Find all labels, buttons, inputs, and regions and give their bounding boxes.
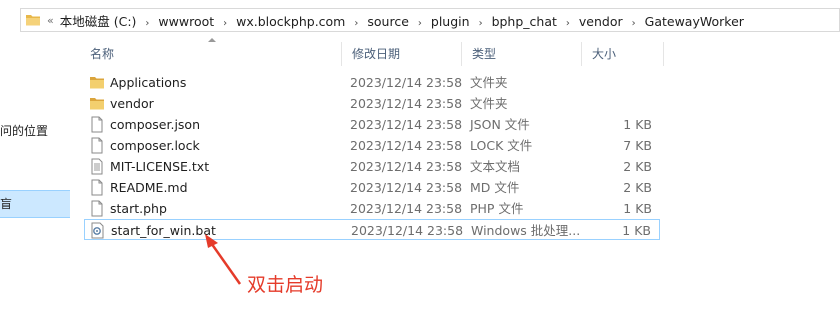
file-date: 2023/12/14 23:58 bbox=[350, 159, 463, 174]
file-type: Windows 批处理... bbox=[471, 223, 581, 238]
batch-file-icon bbox=[90, 222, 106, 239]
file-size: 1 KB bbox=[623, 117, 652, 132]
breadcrumb-item[interactable]: plugin bbox=[431, 14, 470, 29]
overflow-chevron[interactable]: « bbox=[47, 14, 54, 27]
file-list: Applications 2023/12/14 23:58 文件夹 vendor 202… bbox=[84, 72, 664, 240]
breadcrumb-separator-icon[interactable]: › bbox=[566, 18, 570, 29]
folder-icon bbox=[89, 74, 105, 91]
file-type: PHP 文件 bbox=[470, 201, 524, 216]
file-name: start.php bbox=[110, 201, 167, 216]
file-date: 2023/12/14 23:58 bbox=[350, 201, 463, 216]
file-date: 2023/12/14 23:58 bbox=[350, 117, 463, 132]
file-type: MD 文件 bbox=[470, 180, 520, 195]
document-icon bbox=[89, 137, 105, 154]
folder-icon bbox=[26, 15, 40, 26]
navigation-pane: 问的位置 盲 bbox=[0, 33, 72, 320]
column-header-date[interactable]: 修改日期 bbox=[342, 42, 462, 66]
column-header-type[interactable]: 类型 bbox=[462, 42, 582, 66]
nav-item-selected[interactable]: 盲 bbox=[0, 190, 70, 218]
breadcrumb-item[interactable]: GatewayWorker bbox=[645, 14, 744, 29]
file-size: 7 KB bbox=[623, 138, 652, 153]
breadcrumb-item[interactable]: 本地磁盘 (C:) bbox=[60, 14, 137, 29]
text-document-icon bbox=[89, 158, 105, 175]
file-date: 2023/12/14 23:58 bbox=[350, 75, 463, 90]
file-row[interactable]: README.md 2023/12/14 23:58 MD 文件 2 KB bbox=[84, 177, 660, 198]
file-row[interactable]: MIT-LICENSE.txt 2023/12/14 23:58 文本文档 2 KB bbox=[84, 156, 660, 177]
file-size: 2 KB bbox=[623, 180, 652, 195]
breadcrumb-item[interactable]: vendor bbox=[579, 14, 623, 29]
file-date: 2023/12/14 23:58 bbox=[350, 180, 463, 195]
breadcrumb-item[interactable]: wx.blockphp.com bbox=[236, 14, 345, 29]
breadcrumb: 本地磁盘 (C:) › wwwroot › wx.blockphp.com › source… bbox=[60, 11, 744, 30]
file-row[interactable]: vendor 2023/12/14 23:58 文件夹 bbox=[84, 93, 660, 114]
file-row[interactable]: composer.json 2023/12/14 23:58 JSON 文件 1 KB bbox=[84, 114, 660, 135]
breadcrumb-separator-icon[interactable]: › bbox=[223, 18, 227, 29]
annotation-arrow bbox=[207, 239, 242, 285]
breadcrumb-item[interactable]: bphp_chat bbox=[492, 14, 557, 29]
file-name: composer.lock bbox=[110, 138, 200, 153]
breadcrumb-separator-icon[interactable]: › bbox=[632, 18, 636, 29]
file-type: LOCK 文件 bbox=[470, 138, 533, 153]
breadcrumb-separator-icon[interactable]: › bbox=[354, 18, 358, 29]
file-row[interactable]: start.php 2023/12/14 23:58 PHP 文件 1 KB bbox=[84, 198, 660, 219]
file-size: 1 KB bbox=[623, 201, 652, 216]
column-header-size[interactable]: 大小 bbox=[582, 42, 664, 66]
file-size: 1 KB bbox=[622, 223, 651, 238]
file-type: 文本文档 bbox=[470, 159, 521, 174]
breadcrumb-separator-icon[interactable]: › bbox=[479, 18, 483, 29]
file-name: MIT-LICENSE.txt bbox=[110, 159, 210, 174]
file-name: Applications bbox=[110, 75, 187, 90]
file-type: 文件夹 bbox=[470, 75, 508, 90]
file-name: README.md bbox=[110, 180, 188, 195]
nav-item-recent-locations[interactable]: 问的位置 bbox=[0, 122, 48, 139]
file-type: 文件夹 bbox=[470, 96, 508, 111]
breadcrumb-item[interactable]: source bbox=[367, 14, 409, 29]
folder-icon bbox=[89, 95, 105, 112]
file-row[interactable]: composer.lock 2023/12/14 23:58 LOCK 文件 7 KB bbox=[84, 135, 660, 156]
file-name: vendor bbox=[110, 96, 154, 111]
file-size: 2 KB bbox=[623, 159, 652, 174]
file-date: 2023/12/14 23:58 bbox=[350, 96, 463, 111]
document-icon bbox=[89, 116, 105, 133]
file-name: start_for_win.bat bbox=[111, 223, 216, 238]
file-row[interactable]: Applications 2023/12/14 23:58 文件夹 bbox=[84, 72, 660, 93]
address-bar[interactable]: « 本地磁盘 (C:) › wwwroot › wx.blockphp.com › sour… bbox=[20, 8, 840, 32]
file-row[interactable]: start_for_win.bat 2023/12/14 23:58 Windows… bbox=[84, 219, 660, 240]
file-date: 2023/12/14 23:58 bbox=[351, 223, 464, 238]
column-header-name[interactable]: 名称 bbox=[80, 42, 342, 66]
breadcrumb-separator-icon[interactable]: › bbox=[145, 18, 149, 29]
file-type: JSON 文件 bbox=[470, 117, 530, 132]
breadcrumb-item[interactable]: wwwroot bbox=[158, 14, 214, 29]
document-icon bbox=[89, 179, 105, 196]
file-date: 2023/12/14 23:58 bbox=[350, 138, 463, 153]
breadcrumb-separator-icon[interactable]: › bbox=[418, 18, 422, 29]
document-icon bbox=[89, 200, 105, 217]
annotation-text: 双击启动 bbox=[247, 274, 324, 296]
file-name: composer.json bbox=[110, 117, 201, 132]
